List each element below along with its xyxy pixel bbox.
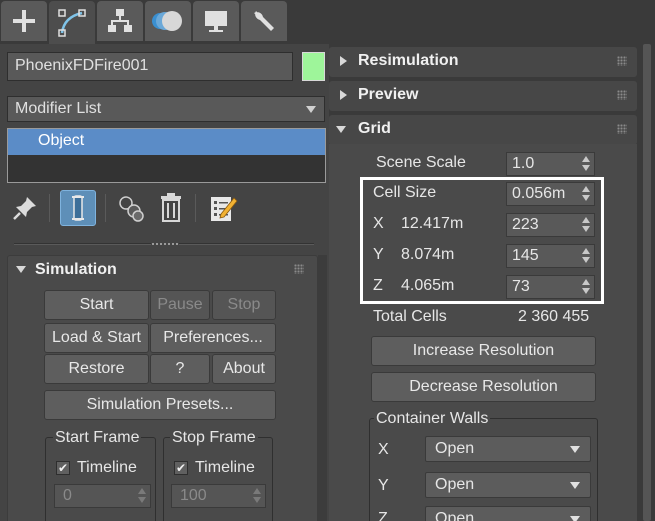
stop-frame-group	[163, 437, 273, 521]
walls-y-label: Y	[378, 477, 389, 494]
start-frame-spinner[interactable]: 0	[54, 484, 151, 508]
start-frame-label: Start Frame	[53, 429, 142, 447]
plus-icon	[13, 10, 35, 32]
pause-button[interactable]: Pause	[150, 290, 210, 320]
toolbar-separator	[105, 194, 106, 222]
preview-rollout-title[interactable]: Preview	[358, 86, 418, 104]
rollout-grip-icon[interactable]	[617, 124, 627, 134]
annotation-highlight-box	[360, 177, 604, 304]
make-unique-button[interactable]	[113, 190, 149, 226]
resimulation-rollout-title[interactable]: Resimulation	[358, 52, 458, 70]
container-walls-label: Container Walls	[374, 410, 491, 428]
chevron-down-icon	[570, 446, 580, 453]
total-cells-label: Total Cells	[373, 308, 447, 325]
display-icon	[205, 11, 227, 32]
configure-sets-icon	[211, 197, 238, 221]
wrench-icon	[254, 11, 274, 31]
stop-frame-timeline-label: Timeline	[195, 459, 255, 476]
modifier-list-label: Modifier List	[15, 100, 102, 117]
splitter-handle[interactable]	[151, 240, 179, 247]
help-button[interactable]: ?	[150, 354, 210, 384]
chevron-down-icon	[306, 106, 316, 113]
chevron-down-icon	[570, 482, 580, 489]
start-frame-value: 0	[63, 487, 72, 504]
toolbar-separator	[195, 194, 196, 222]
object-name-field[interactable]: PhoenixFDFire001	[7, 52, 293, 81]
start-button[interactable]: Start	[44, 290, 149, 320]
chevron-down-icon	[570, 516, 580, 521]
show-end-result-icon	[72, 195, 84, 221]
remove-modifier-button[interactable]	[153, 190, 189, 226]
simulation-rollout-title[interactable]: Simulation	[35, 261, 117, 279]
object-color-swatch[interactable]	[302, 52, 325, 81]
utilities-tab[interactable]	[241, 1, 287, 41]
scrollbar-thumb[interactable]	[643, 44, 651, 521]
rollout-collapse-icon[interactable]	[336, 126, 346, 133]
simulation-presets-button[interactable]: Simulation Presets...	[44, 390, 276, 420]
spinner-arrows-icon[interactable]	[138, 488, 146, 504]
rollout-expand-icon[interactable]	[340, 56, 347, 66]
toolbar-separator	[49, 194, 50, 222]
stop-button[interactable]: Stop	[212, 290, 276, 320]
make-unique-icon	[119, 196, 144, 222]
stop-frame-label: Stop Frame	[170, 429, 258, 447]
pin-icon	[13, 197, 36, 220]
stop-frame-spinner[interactable]: 100	[171, 484, 266, 508]
scene-scale-label: Scene Scale	[376, 154, 466, 171]
show-end-result-button[interactable]	[60, 190, 96, 226]
rollout-grip-icon[interactable]	[294, 264, 304, 274]
hierarchy-tab[interactable]	[97, 1, 143, 41]
start-frame-group	[45, 437, 156, 521]
walls-x-label: X	[378, 441, 389, 458]
left-panel-scrollbar[interactable]	[318, 255, 327, 521]
rollout-grip-icon[interactable]	[617, 90, 627, 100]
display-tab[interactable]	[193, 1, 239, 41]
scene-scale-value: 1.0	[512, 155, 535, 172]
rollout-grip-icon[interactable]	[617, 56, 627, 66]
rollout-expand-icon[interactable]	[340, 90, 347, 100]
walls-x-dropdown[interactable]: Open	[425, 436, 591, 462]
walls-z-label: Z	[378, 510, 388, 521]
hierarchy-icon	[108, 9, 132, 32]
modifier-list-dropdown[interactable]: Modifier List	[7, 96, 325, 122]
grid-rollout-title[interactable]: Grid	[358, 120, 391, 138]
increase-resolution-button[interactable]: Increase Resolution	[371, 336, 596, 366]
about-button[interactable]: About	[212, 354, 276, 384]
motion-icon	[152, 11, 182, 31]
load-and-start-button[interactable]: Load & Start	[44, 323, 149, 353]
modify-tab[interactable]	[49, 1, 95, 44]
start-frame-timeline-label: Timeline	[77, 459, 137, 476]
walls-x-value: Open	[435, 440, 475, 457]
stop-frame-value: 100	[180, 487, 207, 504]
walls-y-dropdown[interactable]: Open	[425, 472, 591, 498]
stack-toolbar	[7, 190, 327, 226]
start-frame-timeline-checkbox[interactable]: ✔	[56, 461, 70, 475]
create-tab[interactable]	[1, 1, 47, 41]
rollout-collapse-icon[interactable]	[16, 266, 26, 273]
trash-icon	[161, 193, 181, 222]
scene-scale-spinner[interactable]: 1.0	[506, 152, 595, 176]
motion-tab[interactable]	[145, 1, 191, 41]
modifier-stack[interactable]: Object	[7, 128, 326, 183]
walls-z-dropdown[interactable]: Open	[425, 506, 591, 521]
preferences-button[interactable]: Preferences...	[150, 323, 276, 353]
stack-item-object[interactable]: Object	[8, 129, 325, 155]
right-panel-scrollbar[interactable]	[641, 44, 653, 521]
spinner-arrows-icon[interactable]	[582, 156, 590, 172]
pin-stack-button[interactable]	[7, 190, 43, 226]
stop-frame-timeline-checkbox[interactable]: ✔	[174, 461, 188, 475]
restore-button[interactable]: Restore	[44, 354, 149, 384]
walls-z-value: Open	[435, 510, 475, 521]
configure-modifier-sets-button[interactable]	[205, 190, 241, 226]
modify-icon	[58, 8, 86, 37]
spinner-arrows-icon[interactable]	[253, 488, 261, 504]
walls-y-value: Open	[435, 476, 475, 493]
total-cells-value: 2 360 455	[518, 308, 590, 325]
decrease-resolution-button[interactable]: Decrease Resolution	[371, 372, 596, 402]
command-panel-tabs	[0, 0, 655, 44]
